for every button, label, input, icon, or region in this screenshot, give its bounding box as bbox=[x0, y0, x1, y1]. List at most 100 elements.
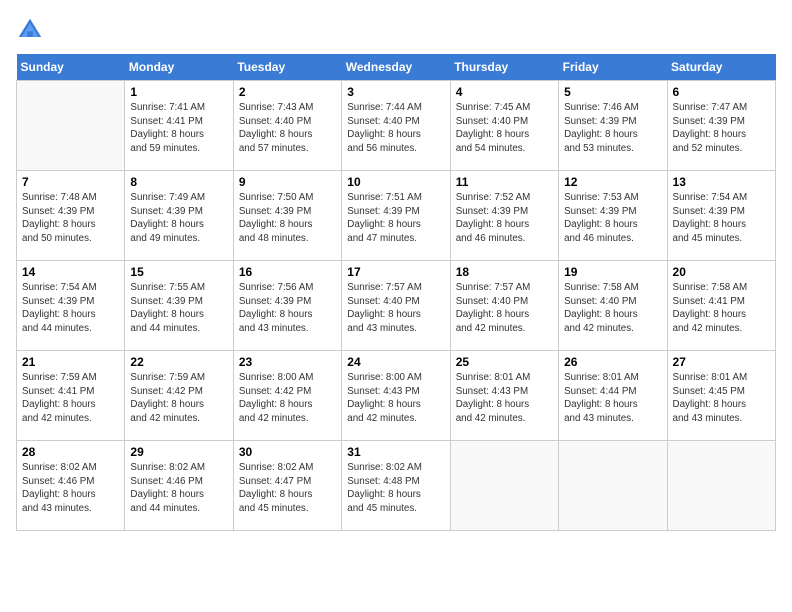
day-info: Sunrise: 8:01 AM Sunset: 4:43 PM Dayligh… bbox=[456, 371, 553, 426]
day-info: Sunrise: 7:41 AM Sunset: 4:41 PM Dayligh… bbox=[130, 101, 227, 156]
calendar-cell: 28 Sunrise: 8:02 AM Sunset: 4:46 PM Dayli… bbox=[17, 441, 125, 531]
day-number: 27 bbox=[673, 355, 770, 369]
week-row-3: 14 Sunrise: 7:54 AM Sunset: 4:39 PM Dayli… bbox=[17, 261, 776, 351]
day-number: 23 bbox=[239, 355, 336, 369]
calendar-cell bbox=[559, 441, 667, 531]
day-info: Sunrise: 7:55 AM Sunset: 4:39 PM Dayligh… bbox=[130, 281, 227, 336]
day-number: 20 bbox=[673, 265, 770, 279]
day-number: 8 bbox=[130, 175, 227, 189]
day-number: 28 bbox=[22, 445, 119, 459]
day-info: Sunrise: 8:02 AM Sunset: 4:48 PM Dayligh… bbox=[347, 461, 444, 516]
calendar-cell: 10Sunrise: 7:51 AM Sunset: 4:39 PM Dayli… bbox=[342, 171, 450, 261]
calendar-cell: 15 Sunrise: 7:55 AM Sunset: 4:39 PM Dayli… bbox=[125, 261, 233, 351]
day-number: 30 bbox=[239, 445, 336, 459]
day-number: 19 bbox=[564, 265, 661, 279]
calendar-cell: 1Sunrise: 7:41 AM Sunset: 4:41 PM Daylig… bbox=[125, 81, 233, 171]
calendar-cell: 12 Sunrise: 7:53 AM Sunset: 4:39 PM Dayli… bbox=[559, 171, 667, 261]
day-info: Sunrise: 7:59 AM Sunset: 4:42 PM Dayligh… bbox=[130, 371, 227, 426]
day-info: Sunrise: 8:01 AM Sunset: 4:44 PM Dayligh… bbox=[564, 371, 661, 426]
weekday-header-row: SundayMondayTuesdayWednesdayThursdayFrid… bbox=[17, 54, 776, 81]
day-number: 3 bbox=[347, 85, 444, 99]
calendar-cell: 20 Sunrise: 7:58 AM Sunset: 4:41 PM Dayli… bbox=[667, 261, 775, 351]
day-info: Sunrise: 7:56 AM Sunset: 4:39 PM Dayligh… bbox=[239, 281, 336, 336]
day-number: 12 bbox=[564, 175, 661, 189]
day-number: 16 bbox=[239, 265, 336, 279]
weekday-header-wednesday: Wednesday bbox=[342, 54, 450, 81]
day-info: Sunrise: 7:47 AM Sunset: 4:39 PM Dayligh… bbox=[673, 101, 770, 156]
day-number: 6 bbox=[673, 85, 770, 99]
calendar-cell: 27 Sunrise: 8:01 AM Sunset: 4:45 PM Dayli… bbox=[667, 351, 775, 441]
weekday-header-friday: Friday bbox=[559, 54, 667, 81]
calendar-cell: 9 Sunrise: 7:50 AM Sunset: 4:39 PM Daylig… bbox=[233, 171, 341, 261]
calendar-cell: 24 Sunrise: 8:00 AM Sunset: 4:43 PM Dayli… bbox=[342, 351, 450, 441]
day-info: Sunrise: 8:02 AM Sunset: 4:46 PM Dayligh… bbox=[22, 461, 119, 516]
day-number: 4 bbox=[456, 85, 553, 99]
day-number: 2 bbox=[239, 85, 336, 99]
calendar-cell bbox=[450, 441, 558, 531]
day-number: 24 bbox=[347, 355, 444, 369]
day-info: Sunrise: 7:57 AM Sunset: 4:40 PM Dayligh… bbox=[456, 281, 553, 336]
logo-icon bbox=[16, 16, 44, 44]
day-number: 14 bbox=[22, 265, 119, 279]
day-info: Sunrise: 8:02 AM Sunset: 4:46 PM Dayligh… bbox=[130, 461, 227, 516]
day-number: 5 bbox=[564, 85, 661, 99]
day-number: 25 bbox=[456, 355, 553, 369]
calendar-cell: 3Sunrise: 7:44 AM Sunset: 4:40 PM Daylig… bbox=[342, 81, 450, 171]
day-number: 26 bbox=[564, 355, 661, 369]
calendar-cell: 5Sunrise: 7:46 AM Sunset: 4:39 PM Daylig… bbox=[559, 81, 667, 171]
calendar-cell: 18 Sunrise: 7:57 AM Sunset: 4:40 PM Dayli… bbox=[450, 261, 558, 351]
calendar-cell: 30 Sunrise: 8:02 AM Sunset: 4:47 PM Dayli… bbox=[233, 441, 341, 531]
day-number: 18 bbox=[456, 265, 553, 279]
day-info: Sunrise: 7:54 AM Sunset: 4:39 PM Dayligh… bbox=[673, 191, 770, 246]
weekday-header-thursday: Thursday bbox=[450, 54, 558, 81]
weekday-header-sunday: Sunday bbox=[17, 54, 125, 81]
calendar-cell: 26 Sunrise: 8:01 AM Sunset: 4:44 PM Dayli… bbox=[559, 351, 667, 441]
day-info: Sunrise: 7:48 AM Sunset: 4:39 PM Dayligh… bbox=[22, 191, 119, 246]
day-info: Sunrise: 7:50 AM Sunset: 4:39 PM Dayligh… bbox=[239, 191, 336, 246]
calendar-cell: 8 Sunrise: 7:49 AM Sunset: 4:39 PM Daylig… bbox=[125, 171, 233, 261]
weekday-header-tuesday: Tuesday bbox=[233, 54, 341, 81]
week-row-5: 28 Sunrise: 8:02 AM Sunset: 4:46 PM Dayli… bbox=[17, 441, 776, 531]
calendar-cell: 21Sunrise: 7:59 AM Sunset: 4:41 PM Dayli… bbox=[17, 351, 125, 441]
calendar-cell: 31 Sunrise: 8:02 AM Sunset: 4:48 PM Dayli… bbox=[342, 441, 450, 531]
calendar-cell: 13 Sunrise: 7:54 AM Sunset: 4:39 PM Dayli… bbox=[667, 171, 775, 261]
day-info: Sunrise: 7:49 AM Sunset: 4:39 PM Dayligh… bbox=[130, 191, 227, 246]
day-info: Sunrise: 8:00 AM Sunset: 4:43 PM Dayligh… bbox=[347, 371, 444, 426]
calendar-cell: 19 Sunrise: 7:58 AM Sunset: 4:40 PM Dayli… bbox=[559, 261, 667, 351]
page-header bbox=[16, 16, 776, 44]
calendar-cell: 6 Sunrise: 7:47 AM Sunset: 4:39 PM Daylig… bbox=[667, 81, 775, 171]
day-info: Sunrise: 7:53 AM Sunset: 4:39 PM Dayligh… bbox=[564, 191, 661, 246]
calendar-cell: 23 Sunrise: 8:00 AM Sunset: 4:42 PM Dayli… bbox=[233, 351, 341, 441]
logo bbox=[16, 16, 48, 44]
day-number: 11 bbox=[456, 175, 553, 189]
day-info: Sunrise: 7:52 AM Sunset: 4:39 PM Dayligh… bbox=[456, 191, 553, 246]
day-number: 17 bbox=[347, 265, 444, 279]
day-info: Sunrise: 8:00 AM Sunset: 4:42 PM Dayligh… bbox=[239, 371, 336, 426]
day-info: Sunrise: 7:43 AM Sunset: 4:40 PM Dayligh… bbox=[239, 101, 336, 156]
week-row-2: 7 Sunrise: 7:48 AM Sunset: 4:39 PM Daylig… bbox=[17, 171, 776, 261]
calendar-cell bbox=[17, 81, 125, 171]
calendar-cell: 7 Sunrise: 7:48 AM Sunset: 4:39 PM Daylig… bbox=[17, 171, 125, 261]
day-info: Sunrise: 8:02 AM Sunset: 4:47 PM Dayligh… bbox=[239, 461, 336, 516]
day-number: 15 bbox=[130, 265, 227, 279]
day-number: 13 bbox=[673, 175, 770, 189]
day-number: 7 bbox=[22, 175, 119, 189]
calendar-cell: 4Sunrise: 7:45 AM Sunset: 4:40 PM Daylig… bbox=[450, 81, 558, 171]
day-number: 31 bbox=[347, 445, 444, 459]
day-number: 21 bbox=[22, 355, 119, 369]
day-number: 9 bbox=[239, 175, 336, 189]
calendar-cell: 14 Sunrise: 7:54 AM Sunset: 4:39 PM Dayli… bbox=[17, 261, 125, 351]
calendar-cell: 16 Sunrise: 7:56 AM Sunset: 4:39 PM Dayli… bbox=[233, 261, 341, 351]
calendar-cell: 17Sunrise: 7:57 AM Sunset: 4:40 PM Dayli… bbox=[342, 261, 450, 351]
weekday-header-monday: Monday bbox=[125, 54, 233, 81]
calendar-cell bbox=[667, 441, 775, 531]
calendar-table: SundayMondayTuesdayWednesdayThursdayFrid… bbox=[16, 54, 776, 531]
day-info: Sunrise: 7:58 AM Sunset: 4:41 PM Dayligh… bbox=[673, 281, 770, 336]
weekday-header-saturday: Saturday bbox=[667, 54, 775, 81]
calendar-cell: 22 Sunrise: 7:59 AM Sunset: 4:42 PM Dayli… bbox=[125, 351, 233, 441]
day-number: 22 bbox=[130, 355, 227, 369]
day-info: Sunrise: 7:54 AM Sunset: 4:39 PM Dayligh… bbox=[22, 281, 119, 336]
day-info: Sunrise: 8:01 AM Sunset: 4:45 PM Dayligh… bbox=[673, 371, 770, 426]
day-info: Sunrise: 7:51 AM Sunset: 4:39 PM Dayligh… bbox=[347, 191, 444, 246]
day-info: Sunrise: 7:58 AM Sunset: 4:40 PM Dayligh… bbox=[564, 281, 661, 336]
